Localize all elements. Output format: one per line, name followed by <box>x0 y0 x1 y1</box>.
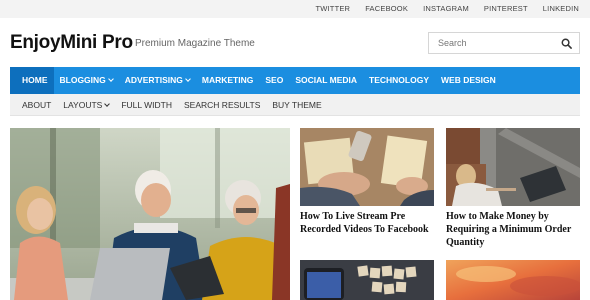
subnav-item-full-width[interactable]: FULL WIDTH <box>115 100 178 110</box>
nav-item-label: TECHNOLOGY <box>369 75 430 85</box>
post-thumbnail[interactable] <box>300 260 434 300</box>
post-title[interactable]: How to Make Money by Requiring a Minimum… <box>446 210 582 249</box>
social-link-facebook[interactable]: FACEBOOK <box>365 4 408 13</box>
nav-item-label: SOCIAL MEDIA <box>295 75 358 85</box>
nav-item-label: HOME <box>22 75 48 85</box>
post-card[interactable]: How to Make Money by Requiring a Minimum… <box>446 128 582 258</box>
search-box <box>428 32 580 54</box>
subnav-item-label: SEARCH RESULTS <box>184 100 261 110</box>
nav-item-home[interactable]: HOME <box>10 67 54 94</box>
chevron-down-icon <box>107 76 114 82</box>
main-navigation: HOME BLOGGING ADVERTISING MARKETING SEO … <box>10 67 580 94</box>
featured-post-image[interactable] <box>10 128 290 300</box>
subnav-item-label: LAYOUTS <box>63 100 103 110</box>
subnav-item-label: BUY THEME <box>272 100 322 110</box>
nav-item-label: ADVERTISING <box>124 75 183 85</box>
nav-item-seo[interactable]: SEO <box>259 67 289 94</box>
chevron-down-icon <box>104 101 111 107</box>
post-card[interactable]: How To Live Stream Pre Recorded Videos T… <box>300 128 436 258</box>
nav-item-label: SEO <box>265 75 284 85</box>
post-card[interactable] <box>446 260 582 300</box>
secondary-navigation: ABOUT LAYOUTS FULL WIDTH SEARCH RESULTS … <box>10 94 580 116</box>
social-links: TWITTER FACEBOOK INSTAGRAM PINTEREST LIN… <box>300 4 579 13</box>
nav-item-social-media[interactable]: SOCIAL MEDIA <box>289 67 363 94</box>
social-link-linkedin[interactable]: LINKEDIN <box>543 4 579 13</box>
subnav-item-layouts[interactable]: LAYOUTS <box>57 100 115 110</box>
nav-item-label: MARKETING <box>201 75 254 85</box>
social-media-tiles-photo <box>300 260 434 300</box>
nav-item-technology[interactable]: TECHNOLOGY <box>363 67 435 94</box>
post-thumbnail[interactable] <box>446 260 580 300</box>
chevron-down-icon <box>185 76 191 82</box>
sunset-sky-photo <box>446 260 580 300</box>
subnav-item-buy-theme[interactable]: BUY THEME <box>266 100 327 110</box>
post-title[interactable]: How To Live Stream Pre Recorded Videos T… <box>300 210 436 236</box>
site-header: EnjoyMini Pro Premium Magazine Theme <box>0 18 590 66</box>
desk-notebook-photo <box>300 128 434 206</box>
meeting-photo <box>10 128 290 300</box>
subnav-item-about[interactable]: ABOUT <box>10 100 57 110</box>
post-thumbnail[interactable] <box>446 128 580 206</box>
social-link-instagram[interactable]: INSTAGRAM <box>423 4 469 13</box>
top-bar: TWITTER FACEBOOK INSTAGRAM PINTEREST LIN… <box>0 0 590 18</box>
woman-laptop-photo <box>446 128 580 206</box>
nav-item-label: WEB DESIGN <box>441 75 496 85</box>
nav-item-advertising[interactable]: ADVERTISING <box>119 67 196 94</box>
subnav-item-label: ABOUT <box>22 100 52 110</box>
nav-item-marketing[interactable]: MARKETING <box>196 67 259 94</box>
site-tagline: Premium Magazine Theme <box>135 38 255 49</box>
search-input[interactable] <box>429 33 557 53</box>
social-link-pinterest[interactable]: PINTEREST <box>484 4 528 13</box>
post-card[interactable] <box>300 260 436 300</box>
search-icon[interactable] <box>561 38 572 49</box>
nav-item-label: BLOGGING <box>59 75 106 85</box>
nav-item-web-design[interactable]: WEB DESIGN <box>435 67 502 94</box>
site-title[interactable]: EnjoyMini Pro <box>10 32 133 54</box>
subnav-item-label: FULL WIDTH <box>121 100 173 110</box>
nav-item-blogging[interactable]: BLOGGING <box>54 67 119 94</box>
subnav-item-search-results[interactable]: SEARCH RESULTS <box>178 100 266 110</box>
post-thumbnail[interactable] <box>300 128 434 206</box>
social-link-twitter[interactable]: TWITTER <box>315 4 350 13</box>
